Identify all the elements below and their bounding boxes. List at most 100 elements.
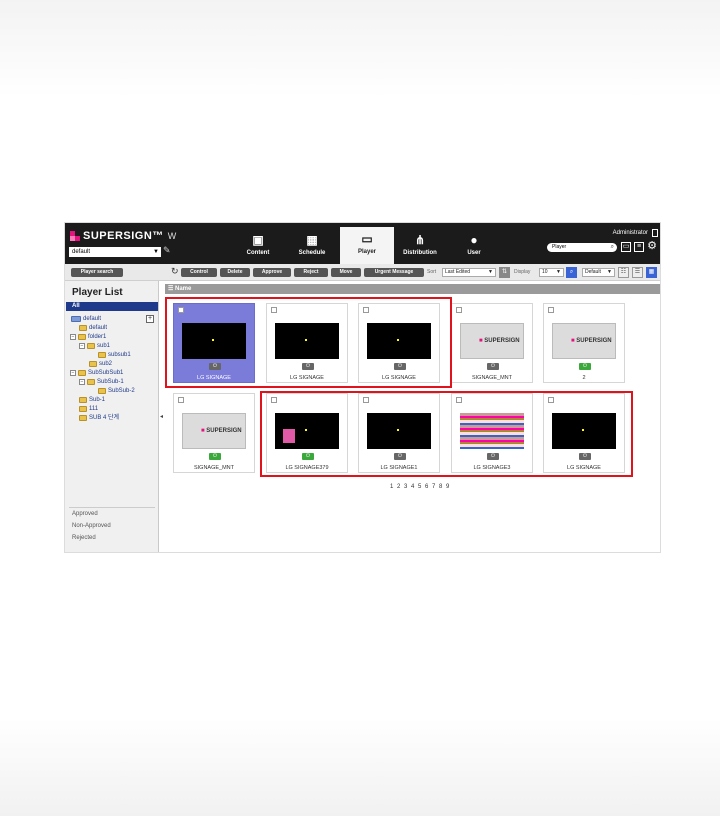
site-select[interactable]: default ▼ xyxy=(69,247,161,257)
monitor-settings-icon[interactable]: ▭ xyxy=(621,242,631,252)
refresh-icon[interactable]: ↻ xyxy=(171,266,179,277)
chevron-down-icon: ▼ xyxy=(488,269,493,275)
urgent-message-button[interactable]: Urgent Message xyxy=(364,268,424,277)
reject-button[interactable]: Reject xyxy=(294,268,328,277)
control-button[interactable]: Control xyxy=(181,268,217,277)
tab-user[interactable]: ● User xyxy=(449,228,499,264)
player-thumbnail: ■ SUPERSIGN xyxy=(460,323,524,359)
sort-label: Sort xyxy=(427,269,437,275)
search-icon[interactable]: ⌕ xyxy=(611,243,614,252)
supersign-logo-icon: ■ SUPERSIGN xyxy=(479,338,520,344)
logo: SUPERSIGN™ W xyxy=(70,229,176,243)
top-bar: SUPERSIGN™ W default ▼ ✎ ▣ Content ▦ Sch… xyxy=(65,223,660,264)
sort-order-icon[interactable]: ⇅ xyxy=(499,267,510,278)
supersign-logo-icon xyxy=(70,231,80,241)
edit-icon[interactable]: ✎ xyxy=(163,245,171,256)
tree-item-subsub1[interactable]: subsub1 xyxy=(98,351,131,359)
highlight-box-row1 xyxy=(165,297,452,388)
status-approved[interactable]: Approved xyxy=(72,511,98,517)
tree-item-folder1[interactable]: − folder1 xyxy=(70,333,106,341)
collapse-icon[interactable]: − xyxy=(70,334,76,340)
player-card[interactable]: ■ SUPERSIGN ⏻ SIGNAGE_MNT xyxy=(173,393,255,473)
toolbar: Player search ↻ Control Delete Approve R… xyxy=(65,264,660,281)
sidebar-item-all[interactable]: All xyxy=(66,302,158,311)
player-search-button[interactable]: Player search xyxy=(71,268,123,277)
tree-label: subsub1 xyxy=(108,352,131,358)
folder-icon xyxy=(79,415,87,421)
tree-label: 111 xyxy=(89,406,99,412)
status-rejected[interactable]: Rejected xyxy=(72,535,96,541)
player-card[interactable]: ■ SUPERSIGN ⏻ 2 xyxy=(543,303,625,383)
player-thumbnail: ■ SUPERSIGN xyxy=(182,413,246,449)
supersign-logo-icon: ■ SUPERSIGN xyxy=(571,338,612,344)
player-checkbox[interactable] xyxy=(456,307,462,313)
view-select[interactable]: Default ▼ xyxy=(582,268,615,277)
tree-item-subsub-2[interactable]: SubSub-2 xyxy=(98,387,135,395)
detail-view-icon[interactable]: ☷ xyxy=(618,267,629,278)
collapse-icon[interactable]: − xyxy=(79,379,85,385)
logout-icon[interactable] xyxy=(652,229,658,237)
thumbnail-view-icon[interactable]: ▦ xyxy=(646,267,657,278)
tree-label: Sub-1 xyxy=(89,397,106,403)
document-icon[interactable]: ≡ xyxy=(634,242,644,252)
power-icon[interactable]: ⏻ xyxy=(579,363,591,370)
tree-label: SUB 4 단계 xyxy=(89,415,120,421)
player-checkbox[interactable] xyxy=(178,397,184,403)
tab-schedule-label: Schedule xyxy=(298,250,326,256)
monitor-icon: ▭ xyxy=(361,232,373,246)
delete-button[interactable]: Delete xyxy=(220,268,250,277)
tree-label: sub2 xyxy=(99,361,113,367)
status-non-approved[interactable]: Non-Approved xyxy=(72,523,111,529)
collapse-icon[interactable]: − xyxy=(70,370,76,376)
group-folder-icon xyxy=(71,316,81,322)
tree-item-default[interactable]: default xyxy=(79,324,107,332)
search-input[interactable]: Player ⌕ xyxy=(547,243,617,252)
tree-label: default xyxy=(83,316,102,322)
user-icon: ● xyxy=(470,233,478,247)
tab-player[interactable]: ▭ Player xyxy=(340,227,394,264)
tab-distribution[interactable]: ⋔ Distribution xyxy=(395,228,445,264)
chevron-down-icon: ▼ xyxy=(556,269,561,275)
player-card[interactable]: ■ SUPERSIGN ⏻ SIGNAGE_MNT xyxy=(451,303,533,383)
tree-item-sub1[interactable]: − sub1 xyxy=(79,342,110,350)
folder-icon xyxy=(79,325,87,331)
tree-item-sub2[interactable]: sub2 xyxy=(89,360,112,368)
collapse-icon[interactable]: − xyxy=(79,343,85,349)
display-count-value: 10 xyxy=(542,269,548,275)
tab-content[interactable]: ▣ Content xyxy=(233,228,283,264)
name-column-header[interactable]: ☰ Name xyxy=(165,284,660,294)
tab-user-label: User xyxy=(467,250,481,256)
power-icon[interactable]: ⏻ xyxy=(209,453,221,460)
site-select-value: default xyxy=(72,249,91,255)
folder-icon xyxy=(79,397,87,403)
content-icon: ▣ xyxy=(252,233,264,247)
move-button[interactable]: Move xyxy=(331,268,361,277)
tree-item-default-root[interactable]: default xyxy=(71,315,101,323)
tree-item-sub4[interactable]: SUB 4 단계 xyxy=(79,414,119,422)
supersign-app-window: SUPERSIGN™ W default ▼ ✎ ▣ Content ▦ Sch… xyxy=(64,222,661,553)
tree-item-subsubsub1[interactable]: − SubSubSub1 xyxy=(70,369,123,377)
player-checkbox[interactable] xyxy=(548,307,554,313)
tab-schedule[interactable]: ▦ Schedule xyxy=(287,228,337,264)
approve-button[interactable]: Approve xyxy=(253,268,291,277)
player-name: SIGNAGE_MNT xyxy=(193,465,235,471)
sort-select[interactable]: Last Edited ▼ xyxy=(442,268,496,277)
tree-item-111[interactable]: 111 xyxy=(79,405,98,413)
network-icon: ⋔ xyxy=(414,233,426,247)
gear-icon[interactable]: ⚙ xyxy=(647,241,657,252)
pagination[interactable]: 1 2 3 4 5 6 7 8 9 xyxy=(390,484,450,490)
menu-icon: ☰ xyxy=(168,286,174,292)
zoom-icon[interactable]: ⌕ xyxy=(566,267,577,278)
tree-label: SubSub-1 xyxy=(97,379,124,385)
tree-item-sub-1[interactable]: Sub-1 xyxy=(79,396,105,404)
display-count-select[interactable]: 10 ▼ xyxy=(539,268,564,277)
tree-label: default xyxy=(89,325,108,331)
add-folder-icon[interactable]: + xyxy=(146,315,154,323)
tree-label: SubSubSub1 xyxy=(88,370,124,376)
player-name: SIGNAGE_MNT xyxy=(471,375,513,381)
power-icon[interactable]: ⏻ xyxy=(487,363,499,370)
collapse-sidebar-icon[interactable]: ◂ xyxy=(160,413,163,420)
user-name[interactable]: Administrator xyxy=(613,230,648,236)
tree-item-subsub-1[interactable]: − SubSub-1 xyxy=(79,378,124,386)
list-view-icon[interactable]: ☰ xyxy=(632,267,643,278)
